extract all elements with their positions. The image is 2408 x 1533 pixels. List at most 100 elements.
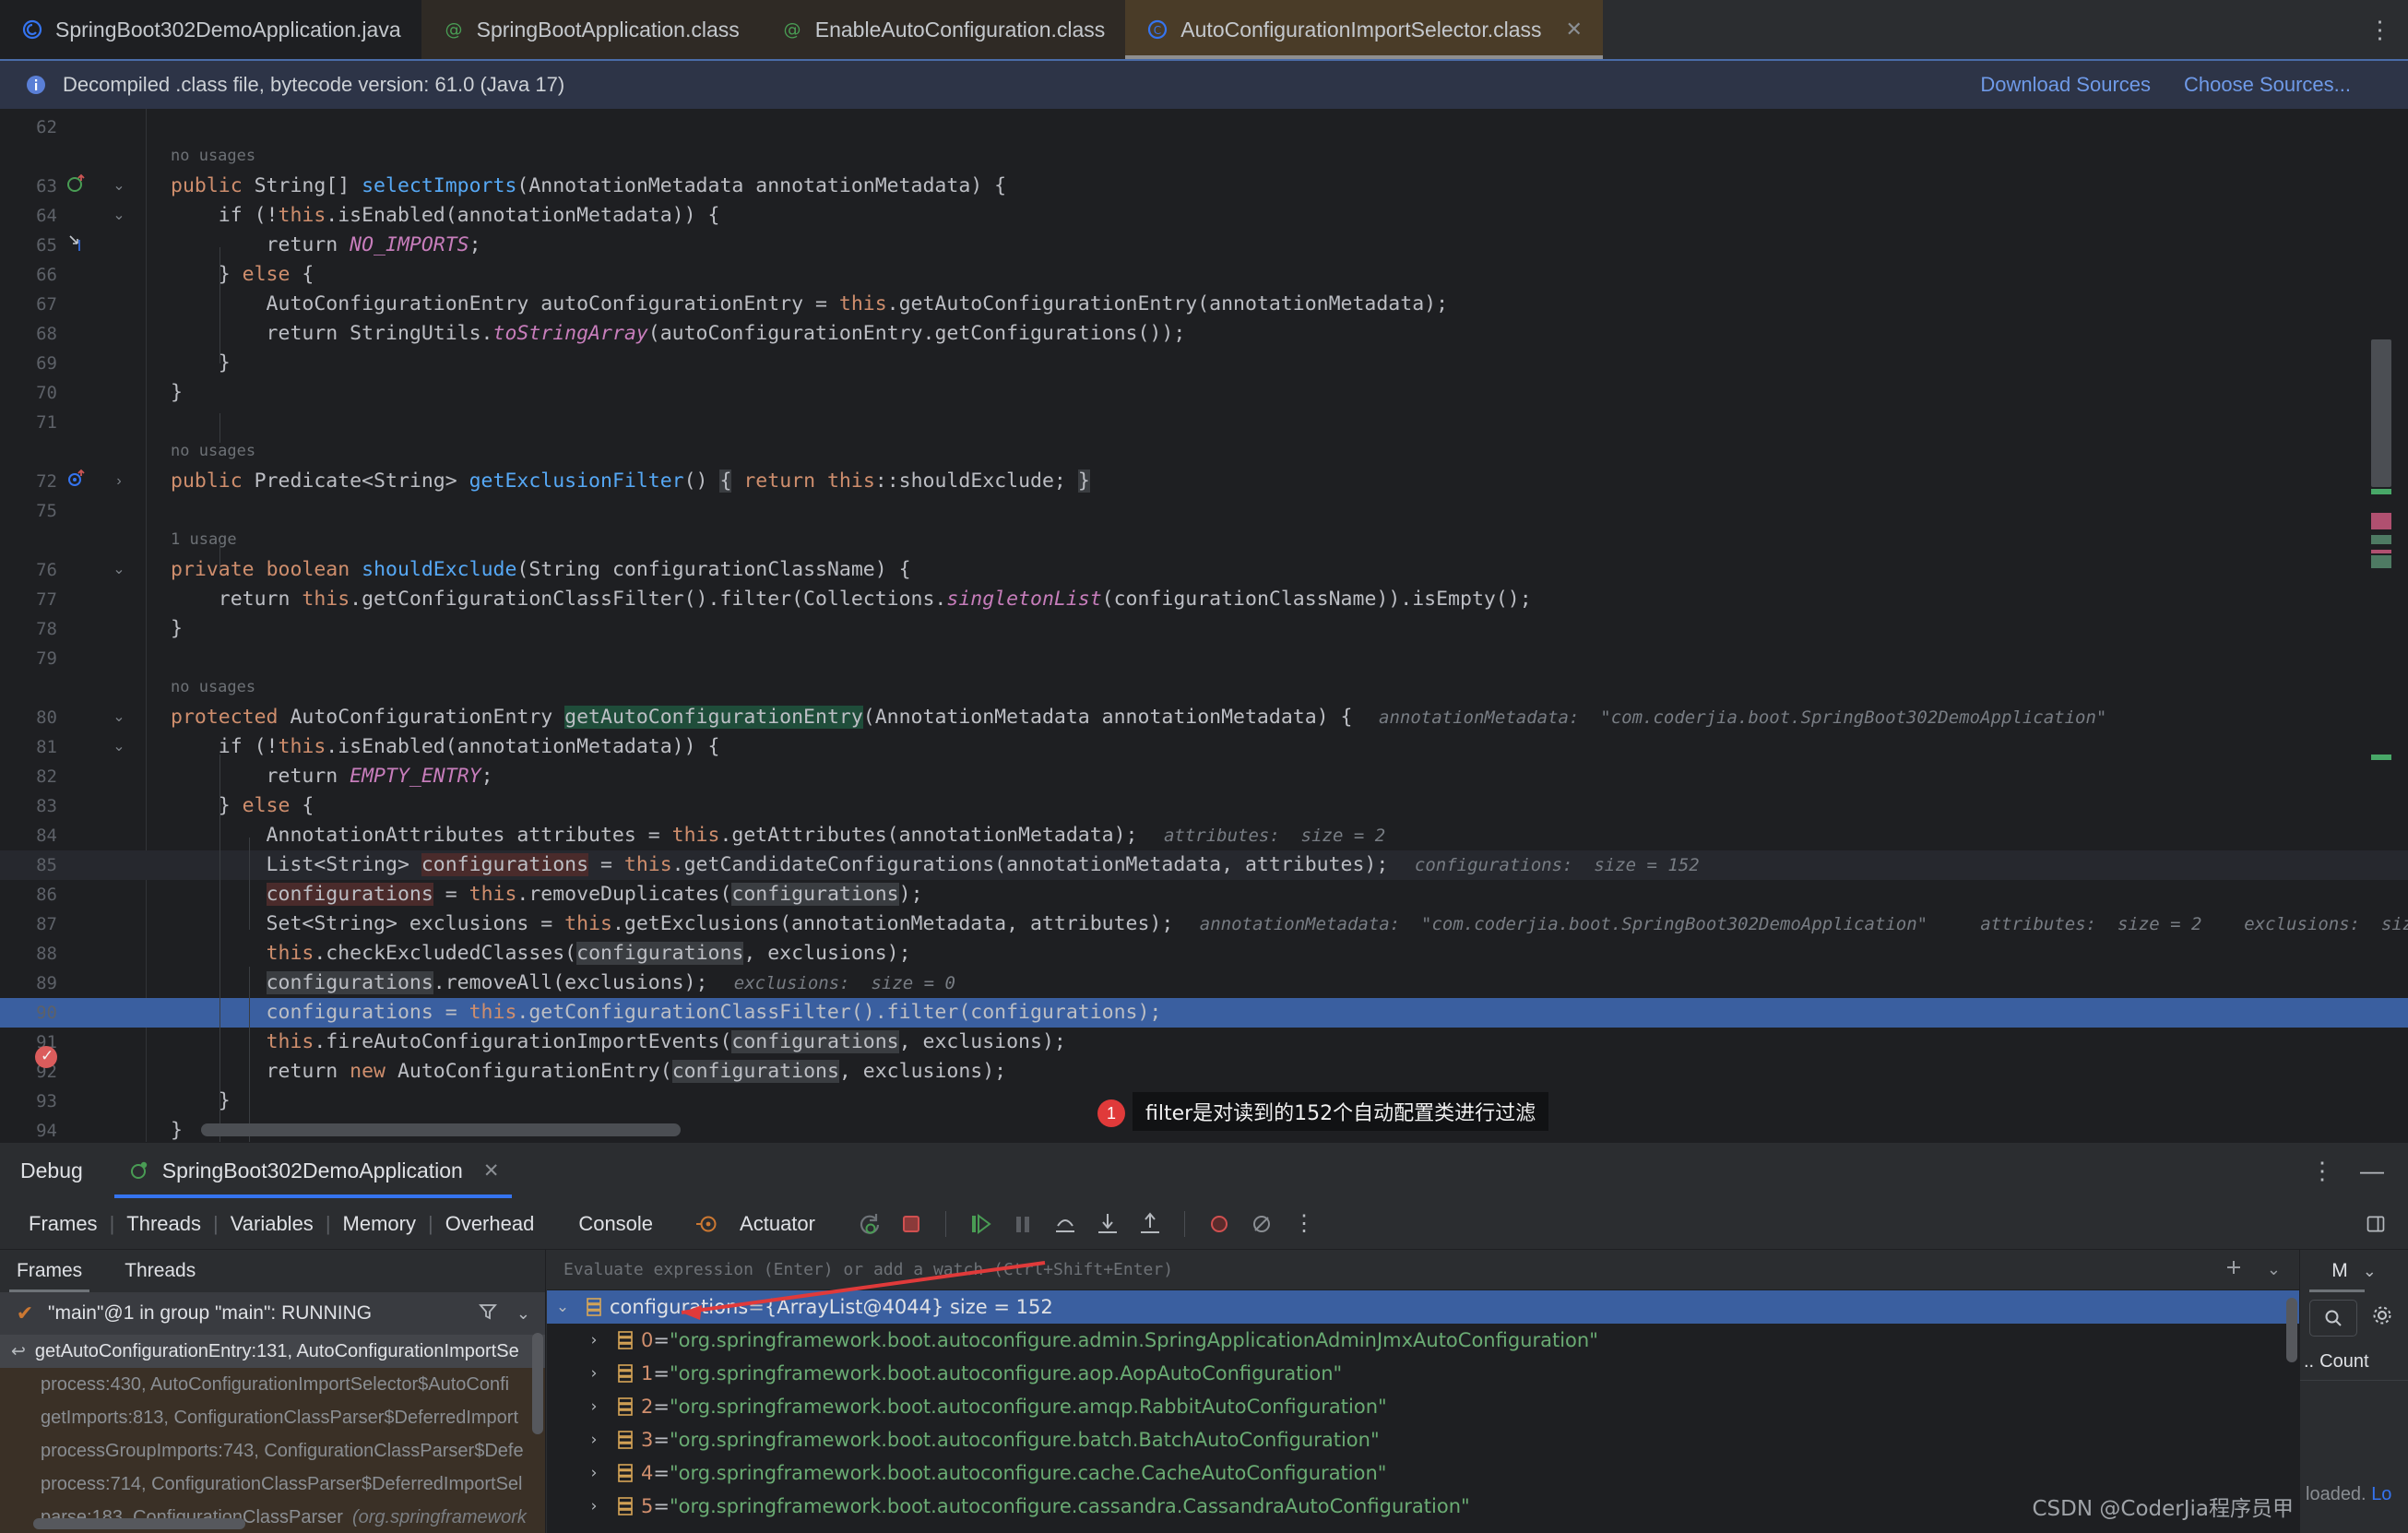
minimize-icon[interactable]: — xyxy=(2360,1157,2384,1185)
code-line[interactable]: 80⌄protected AutoConfigurationEntry getA… xyxy=(0,703,2408,732)
run-method-icon[interactable] xyxy=(66,172,87,201)
debug-tab-memory[interactable]: Memory xyxy=(331,1212,428,1236)
code-line[interactable]: 67 AutoConfigurationEntry autoConfigurat… xyxy=(0,290,2408,319)
error-marker[interactable] xyxy=(2371,513,2391,529)
code-line[interactable]: 76⌄private boolean shouldExclude(String … xyxy=(0,555,2408,585)
code-line[interactable]: no usages xyxy=(0,673,2408,703)
resume-icon[interactable] xyxy=(959,1211,1002,1237)
variables-scrollbar[interactable] xyxy=(2286,1298,2297,1362)
step-over-icon[interactable] xyxy=(1044,1211,1086,1237)
frames-tab-threads[interactable]: Threads xyxy=(125,1250,196,1292)
chevron-right-icon[interactable]: › xyxy=(578,1431,610,1449)
editor-tab-enableautoconfiguration[interactable]: @ EnableAutoConfiguration.class xyxy=(760,0,1126,59)
chevron-right-icon[interactable]: › xyxy=(578,1397,610,1416)
step-out-icon[interactable] xyxy=(1129,1211,1171,1237)
debug-tab-frames[interactable]: Frames xyxy=(17,1212,110,1236)
chevron-down-icon[interactable]: ⌄ xyxy=(547,1298,578,1316)
code-line[interactable]: 66 } else { xyxy=(0,260,2408,290)
editor-scrollbar-thumb[interactable] xyxy=(2371,339,2391,487)
code-line[interactable]: no usages xyxy=(0,437,2408,467)
editor-tab-springboot302demoapplication[interactable]: SpringBoot302DemoApplication.java xyxy=(0,0,421,59)
inlay-hint[interactable]: attributes: size = 2 xyxy=(1164,821,1385,850)
code-line[interactable]: 70} xyxy=(0,378,2408,408)
code-line[interactable]: 62 xyxy=(0,113,2408,142)
chevron-right-icon[interactable]: › xyxy=(578,1497,610,1515)
chevron-down-icon[interactable]: ⌄ xyxy=(516,1304,530,1324)
debug-tab-threads[interactable]: Threads xyxy=(114,1212,213,1236)
code-line[interactable]: 88 this.checkExcludedClasses(configurati… xyxy=(0,939,2408,969)
usage-hint[interactable]: no usages xyxy=(171,437,255,465)
chevron-down-icon[interactable]: ⌄ xyxy=(2267,1260,2281,1279)
debug-tab-console[interactable]: Console xyxy=(566,1212,665,1236)
fold-toggle-icon[interactable]: ⌄ xyxy=(111,172,127,201)
more-options-icon[interactable]: ⋮ xyxy=(1283,1210,1325,1237)
override-method-icon[interactable] xyxy=(66,467,87,496)
editor-horizontal-scrollbar[interactable] xyxy=(201,1123,681,1136)
change-marker[interactable] xyxy=(2371,489,2391,494)
search-icon[interactable] xyxy=(2309,1300,2357,1337)
code-line[interactable]: 75 xyxy=(0,496,2408,526)
choose-sources-link[interactable]: Choose Sources... xyxy=(2184,73,2351,97)
chevron-right-icon[interactable]: › xyxy=(578,1464,610,1482)
change-marker[interactable] xyxy=(2371,555,2391,568)
error-marker[interactable] xyxy=(2371,550,2391,553)
editor-tab-autoconfigurationimportselector[interactable]: C AutoConfigurationImportSelector.class … xyxy=(1125,0,1603,59)
code-line[interactable]: 82 return EMPTY_ENTRY; xyxy=(0,762,2408,791)
fold-toggle-icon[interactable]: ⌄ xyxy=(111,555,127,585)
thread-selector[interactable]: ✔ "main"@1 in group "main": RUNNING ⌄ xyxy=(0,1292,545,1335)
download-sources-link[interactable]: Download Sources xyxy=(1980,73,2151,97)
disable-breakpoints-icon[interactable] xyxy=(1240,1212,1283,1236)
add-watch-icon[interactable] xyxy=(2223,1256,2245,1283)
mute-breakpoints-icon[interactable] xyxy=(1198,1212,1240,1236)
fold-toggle-icon[interactable]: ⌄ xyxy=(111,201,127,231)
code-editor[interactable]: 62no usages63⌄public String[] selectImpo… xyxy=(0,109,2408,1142)
code-line[interactable]: 85 List<String> configurations = this.ge… xyxy=(0,850,2408,880)
evaluate-expression-bar[interactable]: Evaluate expression (Enter) or add a wat… xyxy=(547,1250,2299,1290)
variable-row[interactable]: ›0 = "org.springframework.boot.autoconfi… xyxy=(547,1324,2299,1357)
code-line[interactable]: 81⌄ if (!this.isEnabled(annotationMetada… xyxy=(0,732,2408,762)
stack-frame-row[interactable]: process:430, AutoConfigurationImportSele… xyxy=(0,1368,545,1401)
memory-note-link[interactable]: Lo xyxy=(2371,1484,2391,1504)
inlay-hint[interactable]: exclusions: size = 0 xyxy=(734,969,955,998)
code-line[interactable]: 83 } else { xyxy=(0,791,2408,821)
filter-icon[interactable] xyxy=(478,1301,498,1326)
call-stack-list[interactable]: ↩getAutoConfigurationEntry:131, AutoConf… xyxy=(0,1335,545,1533)
chevron-right-icon[interactable]: › xyxy=(578,1331,610,1349)
caret-icon[interactable] xyxy=(66,231,87,260)
code-line[interactable]: 84 AnnotationAttributes attributes = thi… xyxy=(0,821,2408,850)
layout-settings-icon[interactable] xyxy=(2366,1212,2408,1236)
memory-column-headers[interactable]: .. Count xyxy=(2300,1344,2408,1381)
close-icon[interactable]: ✕ xyxy=(1566,18,1583,42)
fold-toggle-icon[interactable]: ⌄ xyxy=(111,703,127,732)
variable-row[interactable]: ›2 = "org.springframework.boot.autoconfi… xyxy=(547,1390,2299,1423)
stack-frame-row[interactable]: getImports:813, ConfigurationClassParser… xyxy=(0,1401,545,1434)
variables-tree[interactable]: ⌄configurations = {ArrayList@4044} size … xyxy=(547,1290,2299,1523)
stack-frame-row[interactable]: ↩getAutoConfigurationEntry:131, AutoConf… xyxy=(0,1335,545,1368)
code-line[interactable]: 89 configurations.removeAll(exclusions);… xyxy=(0,969,2408,998)
code-line[interactable]: 71 xyxy=(0,408,2408,437)
memory-tab-header[interactable]: M ⌄ xyxy=(2300,1250,2408,1292)
stack-frame-row[interactable]: process:714, ConfigurationClassParser$De… xyxy=(0,1468,545,1501)
inlay-hint[interactable]: annotationMetadata: "com.coderjia.boot.S… xyxy=(1379,703,2106,732)
actuator-label[interactable]: Actuator xyxy=(728,1212,827,1236)
change-marker[interactable] xyxy=(2371,755,2391,760)
code-line[interactable]: 64⌄ if (!this.isEnabled(annotationMetada… xyxy=(0,201,2408,231)
code-line[interactable]: 63⌄public String[] selectImports(Annotat… xyxy=(0,172,2408,201)
more-options-icon[interactable]: ⋮ xyxy=(2353,0,2408,59)
frames-horizontal-scrollbar[interactable] xyxy=(33,1518,245,1529)
variable-row[interactable]: ›1 = "org.springframework.boot.autoconfi… xyxy=(547,1357,2299,1390)
code-line[interactable]: 87 Set<String> exclusions = this.getExcl… xyxy=(0,909,2408,939)
step-into-icon[interactable] xyxy=(1086,1211,1129,1237)
change-marker[interactable] xyxy=(2371,535,2391,544)
usage-hint[interactable]: 1 usage xyxy=(171,526,237,553)
debug-session-tab[interactable]: SpringBoot302DemoApplication ✕ xyxy=(114,1143,513,1198)
code-line[interactable]: 72›public Predicate<String> getExclusion… xyxy=(0,467,2408,496)
code-line[interactable]: 1 usage xyxy=(0,526,2408,555)
code-line[interactable]: 65 return NO_IMPORTS; xyxy=(0,231,2408,260)
code-line[interactable]: 79 xyxy=(0,644,2408,673)
usage-hint[interactable]: no usages xyxy=(171,142,255,170)
code-line[interactable]: 68 return StringUtils.toStringArray(auto… xyxy=(0,319,2408,349)
code-line[interactable]: 86 configurations = this.removeDuplicate… xyxy=(0,880,2408,909)
code-line[interactable]: 90 configurations = this.getConfiguratio… xyxy=(0,998,2408,1028)
more-options-icon[interactable]: ⋮ xyxy=(2310,1157,2334,1185)
